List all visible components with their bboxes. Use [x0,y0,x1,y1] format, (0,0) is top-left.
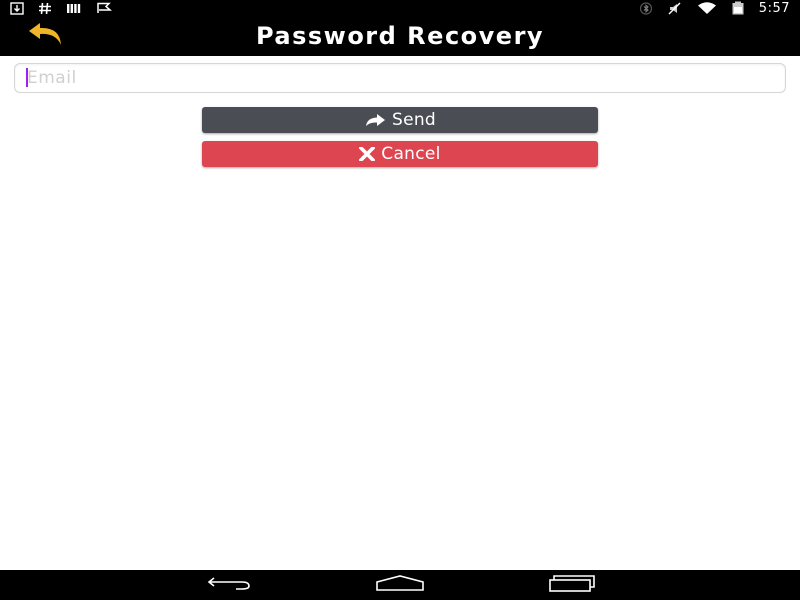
cancel-button-label: Cancel [381,144,441,164]
status-bar: 5:57 [0,0,800,16]
nav-home-button[interactable] [370,574,430,596]
status-right-icons: 5:57 [639,1,790,16]
share-arrow-icon [364,113,386,127]
flag-icon [96,1,112,15]
close-x-icon [359,147,376,161]
navigation-bar [0,570,800,600]
hash-icon [38,1,52,15]
bluetooth-icon [639,1,653,15]
home-icon [375,574,425,596]
recent-apps-icon [548,574,596,597]
send-button-label: Send [391,110,436,130]
undo-arrow-icon [26,21,70,52]
signal-bars-icon [66,1,82,15]
status-left-icons [10,1,112,15]
page-title: Password Recovery [255,22,545,50]
email-field[interactable] [14,63,786,93]
action-bar: Password Recovery [0,16,800,56]
download-icon [10,1,24,15]
wifi-icon [697,1,717,15]
mute-icon [667,1,683,15]
back-icon [206,575,252,596]
cancel-button[interactable]: Cancel [202,141,598,167]
status-time: 5:57 [758,0,790,16]
nav-back-button[interactable] [199,574,259,596]
back-button[interactable] [22,20,74,52]
nav-recent-apps-button[interactable] [542,574,602,596]
battery-icon [731,1,745,15]
send-button[interactable]: Send [202,107,598,133]
